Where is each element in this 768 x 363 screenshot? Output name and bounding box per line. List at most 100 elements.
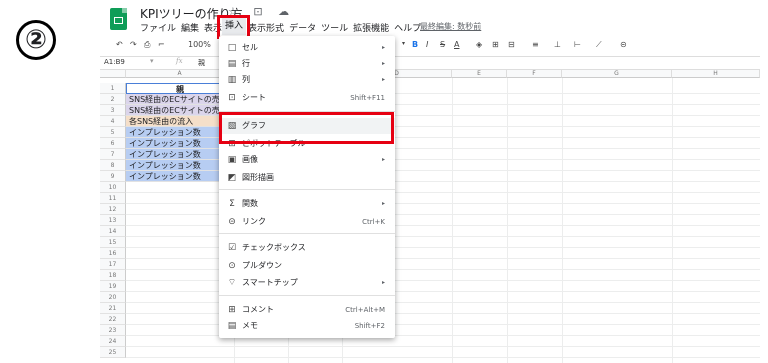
- menu-item-label: 列: [242, 75, 250, 84]
- borders-icon[interactable]: ⊞: [492, 40, 499, 49]
- menu-item-row[interactable]: ▤ 行 ▸: [219, 56, 395, 72]
- grid-line: [672, 78, 673, 363]
- menu-item-function[interactable]: Σ 関数 ▸: [219, 196, 395, 212]
- text-color-button[interactable]: A: [454, 40, 459, 49]
- strikethrough-button[interactable]: S: [440, 40, 445, 49]
- shortcut-label: Shift+F11: [350, 94, 385, 102]
- row-header[interactable]: 6: [100, 138, 126, 149]
- row-header[interactable]: 14: [100, 226, 126, 237]
- undo-icon[interactable]: ↶: [116, 40, 123, 49]
- drawing-icon: ◩: [227, 173, 237, 183]
- menu-item-checkbox[interactable]: ☑ チェックボックス: [219, 240, 395, 256]
- row-header[interactable]: 25: [100, 347, 126, 358]
- menu-extensions[interactable]: 拡張機能: [353, 21, 389, 34]
- last-edit-link[interactable]: 最終編集: 数秒前: [420, 21, 481, 32]
- menu-format[interactable]: 表示形式: [248, 21, 284, 34]
- row-header[interactable]: 13: [100, 215, 126, 226]
- menu-divider: [219, 189, 395, 190]
- row-header[interactable]: 1: [100, 83, 126, 94]
- menu-item-smart-chips[interactable]: ⌔ スマートチップ ▸: [219, 275, 395, 291]
- smart-chip-icon: ⌔: [227, 278, 237, 288]
- text-wrap-icon[interactable]: ⊢: [574, 40, 581, 49]
- column-header-e[interactable]: E: [452, 70, 507, 78]
- spreadsheet-grid[interactable]: A B C D E F G H 123456789101112131415161…: [100, 70, 760, 363]
- row-icon: ▤: [227, 59, 237, 69]
- column-header-g[interactable]: G: [562, 70, 672, 78]
- grid-line: [562, 78, 563, 363]
- sigma-icon: Σ: [229, 199, 235, 209]
- row-header[interactable]: 21: [100, 303, 126, 314]
- row-header[interactable]: 8: [100, 160, 126, 171]
- column-header-h[interactable]: H: [672, 70, 760, 78]
- image-icon: ▣: [227, 155, 237, 165]
- menu-edit[interactable]: 編集: [181, 21, 199, 34]
- text-rotation-icon[interactable]: ⟋: [596, 40, 602, 50]
- row-header[interactable]: 15: [100, 237, 126, 248]
- menu-item-label: プルダウン: [242, 261, 282, 270]
- column-icon: ▥: [227, 75, 237, 85]
- submenu-arrow-icon: ▸: [381, 60, 385, 67]
- submenu-arrow-icon: ▸: [381, 200, 385, 207]
- shortcut-label: Ctrl+Alt+M: [345, 306, 385, 314]
- step-number-marker: ②: [16, 20, 56, 60]
- row-header[interactable]: 12: [100, 204, 126, 215]
- fill-color-icon[interactable]: ◈: [476, 40, 482, 49]
- menu-item-note[interactable]: ▤ メモ Shift+F2: [219, 318, 395, 334]
- align-horizontal-icon[interactable]: ≡: [532, 40, 539, 49]
- row-header[interactable]: 11: [100, 193, 126, 204]
- row-header[interactable]: 2: [100, 94, 126, 105]
- italic-button[interactable]: I: [426, 40, 428, 49]
- row-header[interactable]: 17: [100, 259, 126, 270]
- menu-item-link[interactable]: ⊝ リンク Ctrl+K: [219, 214, 395, 230]
- zoom-select[interactable]: 100%: [188, 40, 211, 49]
- menu-divider: [219, 295, 395, 296]
- row-header[interactable]: 9: [100, 171, 126, 182]
- menu-item-label: コメント: [242, 305, 274, 314]
- name-box-chevron-icon[interactable]: ▾: [150, 57, 154, 65]
- row-header[interactable]: 24: [100, 336, 126, 347]
- menu-item-column[interactable]: ▥ 列 ▸: [219, 72, 395, 88]
- menu-item-label: チェックボックス: [242, 243, 306, 252]
- redo-icon[interactable]: ↷: [130, 40, 137, 49]
- menu-item-drawing[interactable]: ◩ 図形描画: [219, 170, 395, 186]
- row-header[interactable]: 20: [100, 292, 126, 303]
- bold-button[interactable]: B: [412, 40, 418, 49]
- table-cell[interactable]: 親: [126, 83, 234, 94]
- select-all-corner[interactable]: [100, 70, 126, 78]
- formula-input[interactable]: 親: [198, 58, 205, 68]
- menu-help[interactable]: ヘルプ: [394, 21, 421, 34]
- row-header[interactable]: 10: [100, 182, 126, 193]
- row-header[interactable]: 7: [100, 149, 126, 160]
- column-header-f[interactable]: F: [507, 70, 562, 78]
- menu-file[interactable]: ファイル: [140, 21, 176, 34]
- menu-item-comment[interactable]: ⊞ コメント Ctrl+Alt+M: [219, 302, 395, 318]
- name-box[interactable]: A1:B9: [104, 58, 125, 66]
- row-header[interactable]: 16: [100, 248, 126, 259]
- row-header[interactable]: 18: [100, 270, 126, 281]
- sheets-logo-icon[interactable]: [110, 8, 127, 30]
- row-header[interactable]: 4: [100, 116, 126, 127]
- menu-item-dropdown[interactable]: ⊙ プルダウン: [219, 258, 395, 274]
- row-header[interactable]: 22: [100, 314, 126, 325]
- row-header[interactable]: 23: [100, 325, 126, 336]
- menu-item-cell[interactable]: □ セル ▸: [219, 40, 395, 56]
- row-header[interactable]: 5: [100, 127, 126, 138]
- submenu-arrow-icon: ▸: [381, 44, 385, 51]
- menu-item-image[interactable]: ▣ 画像 ▸: [219, 152, 395, 168]
- menu-tools[interactable]: ツール: [321, 21, 348, 34]
- column-header-a[interactable]: A: [126, 70, 234, 78]
- insert-link-icon[interactable]: ⊝: [620, 40, 627, 49]
- menu-item-sheet[interactable]: ⊡ シート Shift+F11: [219, 90, 395, 106]
- grid-line: [126, 357, 760, 358]
- dropdown-icon: ⊙: [228, 261, 236, 271]
- menu-data[interactable]: データ: [289, 21, 316, 34]
- menu-bar: ファイル 編集 表示 表示形式 データ ツール 拡張機能 ヘルプ: [140, 21, 426, 34]
- paint-format-icon[interactable]: ⌐: [158, 40, 165, 49]
- shortcut-label: Ctrl+K: [362, 218, 385, 226]
- row-header[interactable]: 3: [100, 105, 126, 116]
- font-size-chevron-icon[interactable]: ▾: [402, 40, 405, 47]
- print-icon[interactable]: ⎙: [144, 40, 150, 50]
- row-header[interactable]: 19: [100, 281, 126, 292]
- align-vertical-icon[interactable]: ⊥: [554, 40, 561, 49]
- merge-cells-icon[interactable]: ⊟: [508, 40, 515, 49]
